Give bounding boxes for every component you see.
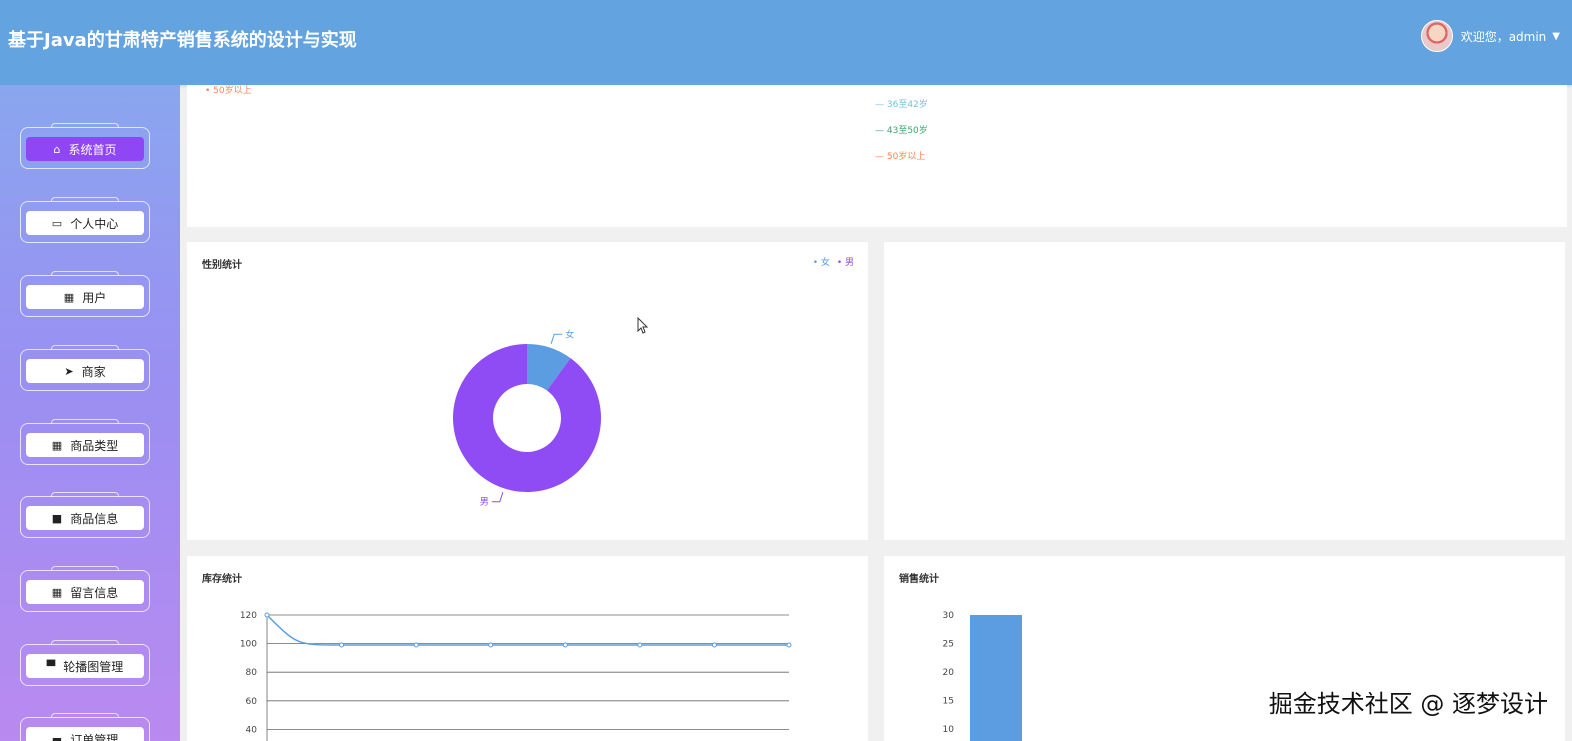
sidebar-item-button[interactable]: ➤ 商家 [26, 359, 144, 383]
data-point [637, 642, 643, 648]
pie-label-line [550, 333, 563, 344]
age-legend: — 36至42岁 — 43至50岁 — 50岁以上 [875, 97, 928, 175]
home-icon: ⌂ [53, 142, 61, 156]
sidebar: ⌂ 系统首页 ▭ 个人中心 ▦ 用户 ➤ 商家 ▦ 商品类型 ■ 商品信息 ▦ 留言信息 ▀ 轮播图管理 ▬ 订单… [0, 85, 180, 741]
series-line [266, 614, 789, 646]
y-tick-label: 10 [943, 725, 955, 735]
sidebar-item[interactable]: ▦ 留言信息 [20, 566, 150, 612]
list-icon: ▬ [51, 732, 63, 741]
y-tick-label: 120 [240, 611, 257, 621]
bar [970, 615, 1022, 741]
user-menu[interactable]: 欢迎您，admin ▼ [1420, 20, 1560, 52]
sidebar-item-label: 系统首页 [68, 142, 117, 157]
age-legend-item[interactable]: — 50岁以上 [875, 149, 928, 175]
y-tick-label: 25 [943, 640, 954, 650]
data-point [264, 612, 270, 618]
sidebar-item-label: 留言信息 [70, 585, 119, 600]
stock-line-chart: 40 60 80 100 120 [240, 611, 792, 741]
pie-label-line [491, 492, 504, 503]
data-point [786, 642, 792, 648]
sidebar-item[interactable]: ▭ 个人中心 [20, 197, 150, 243]
y-tick-label: 20 [943, 668, 955, 678]
sidebar-item-label: 商品信息 [70, 511, 119, 526]
avatar[interactable] [1420, 20, 1453, 52]
monitor-icon: ▀ [46, 659, 56, 673]
sidebar-item-label: 个人中心 [70, 216, 119, 231]
sidebar-item-label: 商家 [81, 364, 106, 379]
sidebar-item-button[interactable]: ■ 商品信息 [26, 506, 144, 530]
data-point [562, 642, 568, 648]
sidebar-item-button[interactable]: ▦ 商品类型 [26, 433, 144, 457]
data-point [413, 642, 419, 648]
y-tick-label: 100 [240, 640, 257, 650]
pie-slice-label: 女 [565, 328, 574, 340]
sidebar-item-label: 轮播图管理 [63, 659, 124, 674]
y-tick-label: 40 [246, 725, 258, 735]
data-point [488, 642, 494, 648]
sidebar-item-button[interactable]: ▦ 留言信息 [26, 580, 144, 604]
sidebar-item[interactable]: ▬ 订单管理 [20, 713, 150, 741]
welcome-text: 欢迎您，admin [1460, 29, 1547, 44]
age-left-legend: • 50岁以上 [205, 86, 252, 96]
grid-icon: ▦ [63, 290, 75, 304]
data-point [339, 642, 345, 648]
sidebar-item-button[interactable]: ▀ 轮播图管理 [26, 654, 144, 678]
sidebar-item[interactable]: ▦ 用户 [20, 271, 150, 317]
age-legend-item[interactable]: — 36至42岁 [875, 97, 928, 123]
caret-down-icon[interactable]: ▼ [1552, 31, 1560, 42]
age-stats-panel: • 50岁以上 — 36至42岁 — 43至50岁 — 50岁以上 [187, 85, 1567, 227]
data-point [711, 642, 717, 648]
sidebar-item[interactable]: ⌂ 系统首页 [20, 123, 150, 169]
sidebar-item-button[interactable]: ⌂ 系统首页 [26, 137, 144, 161]
y-tick-label: 60 [246, 697, 258, 707]
watermark: 掘金技术社区 @ 逐梦设计 [1268, 690, 1548, 718]
sidebar-item[interactable]: ➤ 商家 [20, 345, 150, 391]
sidebar-item-label: 商品类型 [70, 438, 119, 453]
paper-plane-icon: ➤ [64, 364, 74, 378]
sidebar-item[interactable]: ▀ 轮播图管理 [20, 640, 150, 686]
card-icon: ▭ [51, 216, 63, 230]
app-title: 基于Java的甘肃特产销售系统的设计与实现 [8, 30, 357, 51]
sidebar-item-label: 订单管理 [70, 732, 119, 741]
y-tick-label: 80 [246, 668, 258, 678]
stock-stats-panel: 库存统计 40 60 80 100 120 [187, 556, 868, 741]
grid-icon: ▦ [51, 585, 63, 599]
sidebar-item-label: 用户 [82, 290, 107, 305]
sidebar-item-button[interactable]: ▭ 个人中心 [26, 211, 144, 235]
pie-slice [452, 344, 601, 492]
y-tick-label: 15 [943, 697, 954, 707]
pie-slice-label: 男 [480, 497, 489, 508]
y-tick-label: 30 [943, 611, 955, 621]
briefcase-icon: ■ [51, 511, 63, 525]
sidebar-item-button[interactable]: ▦ 用户 [26, 285, 144, 309]
empty-chart-panel [884, 242, 1565, 540]
grid-icon: ▦ [51, 438, 63, 452]
sidebar-item[interactable]: ▦ 商品类型 [20, 419, 150, 465]
sidebar-item[interactable]: ■ 商品信息 [20, 492, 150, 538]
sidebar-item-button[interactable]: ▬ 订单管理 [26, 727, 144, 741]
gender-donut-chart: 女男 [452, 328, 601, 508]
top-header: 基于Java的甘肃特产销售系统的设计与实现 欢迎您，admin ▼ [0, 0, 1572, 85]
age-legend-item[interactable]: — 43至50岁 [875, 123, 928, 149]
mouse-cursor-icon [637, 317, 649, 334]
gender-stats-panel: 性别统计 • 女 • 男 女男 [187, 242, 868, 540]
